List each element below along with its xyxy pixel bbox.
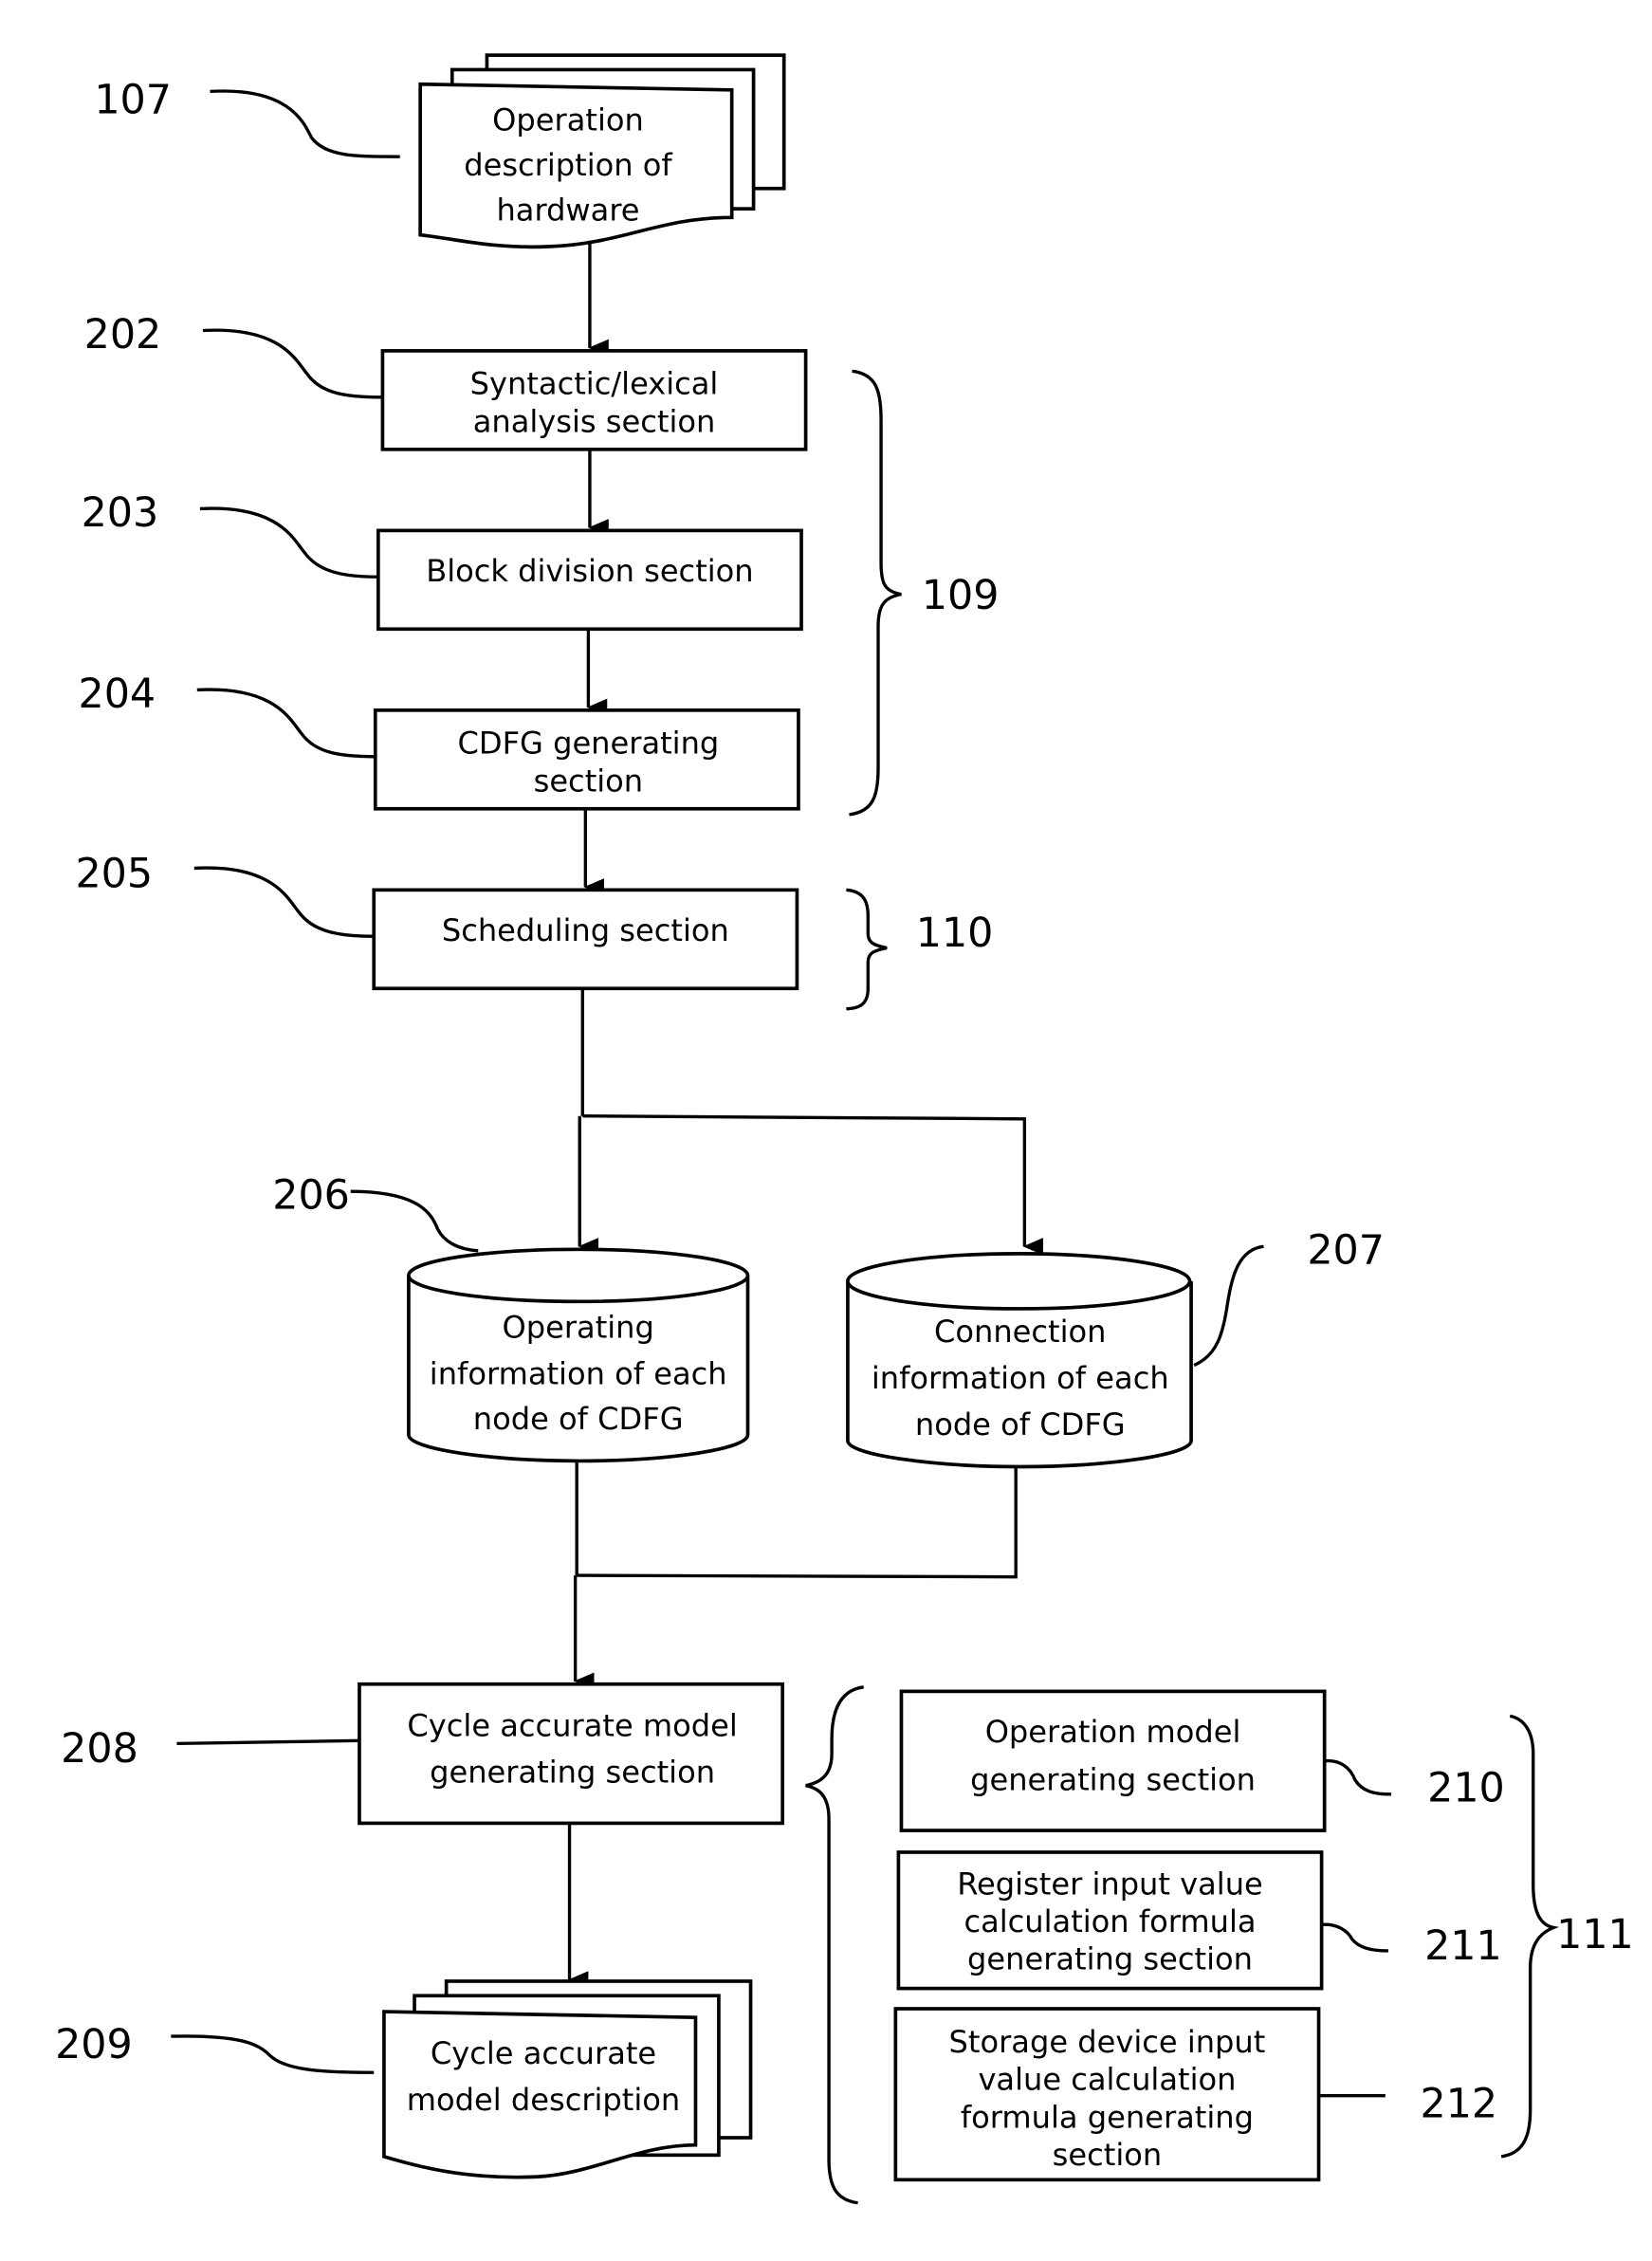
node-208-line-2: generating section <box>430 1755 715 1791</box>
node-207-line-3: node of CDFG <box>915 1406 1126 1443</box>
node-203-block-division: Block division section <box>376 528 803 632</box>
node-211-register-input-value-formula: Register input value calculation formula… <box>896 1850 1324 1991</box>
node-203-line-1: Block division section <box>426 553 753 589</box>
leader-line-207 <box>1193 1244 1264 1368</box>
node-212-line-1: Storage device input <box>949 2024 1266 2060</box>
leader-line-205 <box>193 866 375 938</box>
cylinder-top-206 <box>407 1247 750 1304</box>
node-204-line-2: section <box>534 763 644 799</box>
leader-line-202 <box>202 328 383 399</box>
bracket-208-components <box>805 1685 865 2205</box>
ref-label-205: 205 <box>75 850 153 897</box>
node-207-connection-information-db: Connection information of each node of C… <box>846 1252 1193 1469</box>
node-210-line-2: generating section <box>970 1761 1256 1797</box>
node-107-line-2: description of <box>464 147 672 183</box>
node-212-line-4: section <box>1053 2137 1163 2173</box>
node-211-line-1: Register input value <box>957 1866 1263 1902</box>
group-bracket-109 <box>849 369 902 817</box>
ref-label-107: 107 <box>94 76 172 123</box>
ref-label-207: 207 <box>1307 1227 1385 1275</box>
node-205-scheduling: Scheduling section <box>372 888 799 991</box>
leader-line-204 <box>196 688 376 759</box>
node-207-line-1: Connection <box>934 1314 1107 1350</box>
leader-line-203 <box>199 506 378 579</box>
arrow-205-to-207 <box>582 1114 1044 1256</box>
cylinder-top-207 <box>846 1252 1192 1311</box>
ref-label-208: 208 <box>61 1725 138 1773</box>
node-206-operating-information-db: Operating information of each node of CD… <box>407 1247 750 1463</box>
leader-line-208 <box>176 1738 359 1746</box>
node-206-line-2: information of each <box>430 1355 727 1391</box>
ref-label-211: 211 <box>1424 1922 1502 1970</box>
leader-line-206 <box>350 1189 479 1253</box>
node-206-line-3: node of CDFG <box>473 1401 684 1437</box>
node-212-line-3: formula generating <box>961 2099 1254 2135</box>
group-bracket-111 <box>1500 1714 1559 2159</box>
ref-label-203: 203 <box>82 489 159 537</box>
node-107-line-3: hardware <box>496 192 639 228</box>
node-208-cycle-accurate-model-generating: Cycle accurate model generating section <box>358 1682 784 1826</box>
node-208-line-1: Cycle accurate model <box>407 1708 737 1744</box>
flow-diagram: Operation description of hardware 107 Sy… <box>55 53 1634 2205</box>
node-107-line-1: Operation <box>492 102 644 138</box>
node-204-line-1: CDFG generating <box>457 726 719 762</box>
node-202-syntactic-lexical-analysis: Syntactic/lexical analysis section <box>380 349 808 451</box>
node-206-line-1: Operating <box>503 1310 654 1346</box>
group-label-111: 111 <box>1556 1911 1634 1958</box>
node-202-line-2: analysis section <box>473 403 716 439</box>
group-label-109: 109 <box>922 572 1000 619</box>
node-204-cdfg-generating: CDFG generating section <box>373 708 800 811</box>
leader-line-209 <box>171 2034 375 2074</box>
ref-label-202: 202 <box>84 311 162 358</box>
leader-line-211 <box>1321 1922 1388 1953</box>
connector-207-merge <box>577 1466 1018 1579</box>
node-209-cycle-accurate-model-description: Cycle accurate model description <box>382 1979 753 2179</box>
node-212-storage-device-input-value-formula: Storage device input value calculation f… <box>893 2007 1321 2182</box>
node-107-operation-description: Operation description of hardware <box>418 53 786 249</box>
group-bracket-110 <box>846 888 888 1011</box>
group-label-110: 110 <box>916 910 994 957</box>
ref-label-212: 212 <box>1421 2081 1498 2128</box>
node-211-line-3: generating section <box>967 1941 1253 1977</box>
node-205-line-1: Scheduling section <box>442 912 729 948</box>
ref-label-209: 209 <box>55 2021 133 2068</box>
leader-line-107 <box>210 89 400 158</box>
node-207-line-2: information of each <box>872 1360 1169 1396</box>
leader-line-210 <box>1324 1758 1391 1796</box>
ref-label-204: 204 <box>79 671 156 718</box>
ref-label-206: 206 <box>272 1172 350 1220</box>
node-210-line-1: Operation model <box>985 1714 1241 1750</box>
node-211-line-2: calculation formula <box>964 1903 1256 1939</box>
node-209-line-2: model description <box>407 2082 680 2118</box>
node-210-operation-model-generating: Operation model generating section <box>899 1689 1327 1832</box>
ref-label-210: 210 <box>1427 1764 1505 1811</box>
node-212-line-2: value calculation <box>978 2062 1236 2098</box>
node-209-line-1: Cycle accurate <box>431 2035 656 2071</box>
node-202-line-1: Syntactic/lexical <box>470 366 719 402</box>
